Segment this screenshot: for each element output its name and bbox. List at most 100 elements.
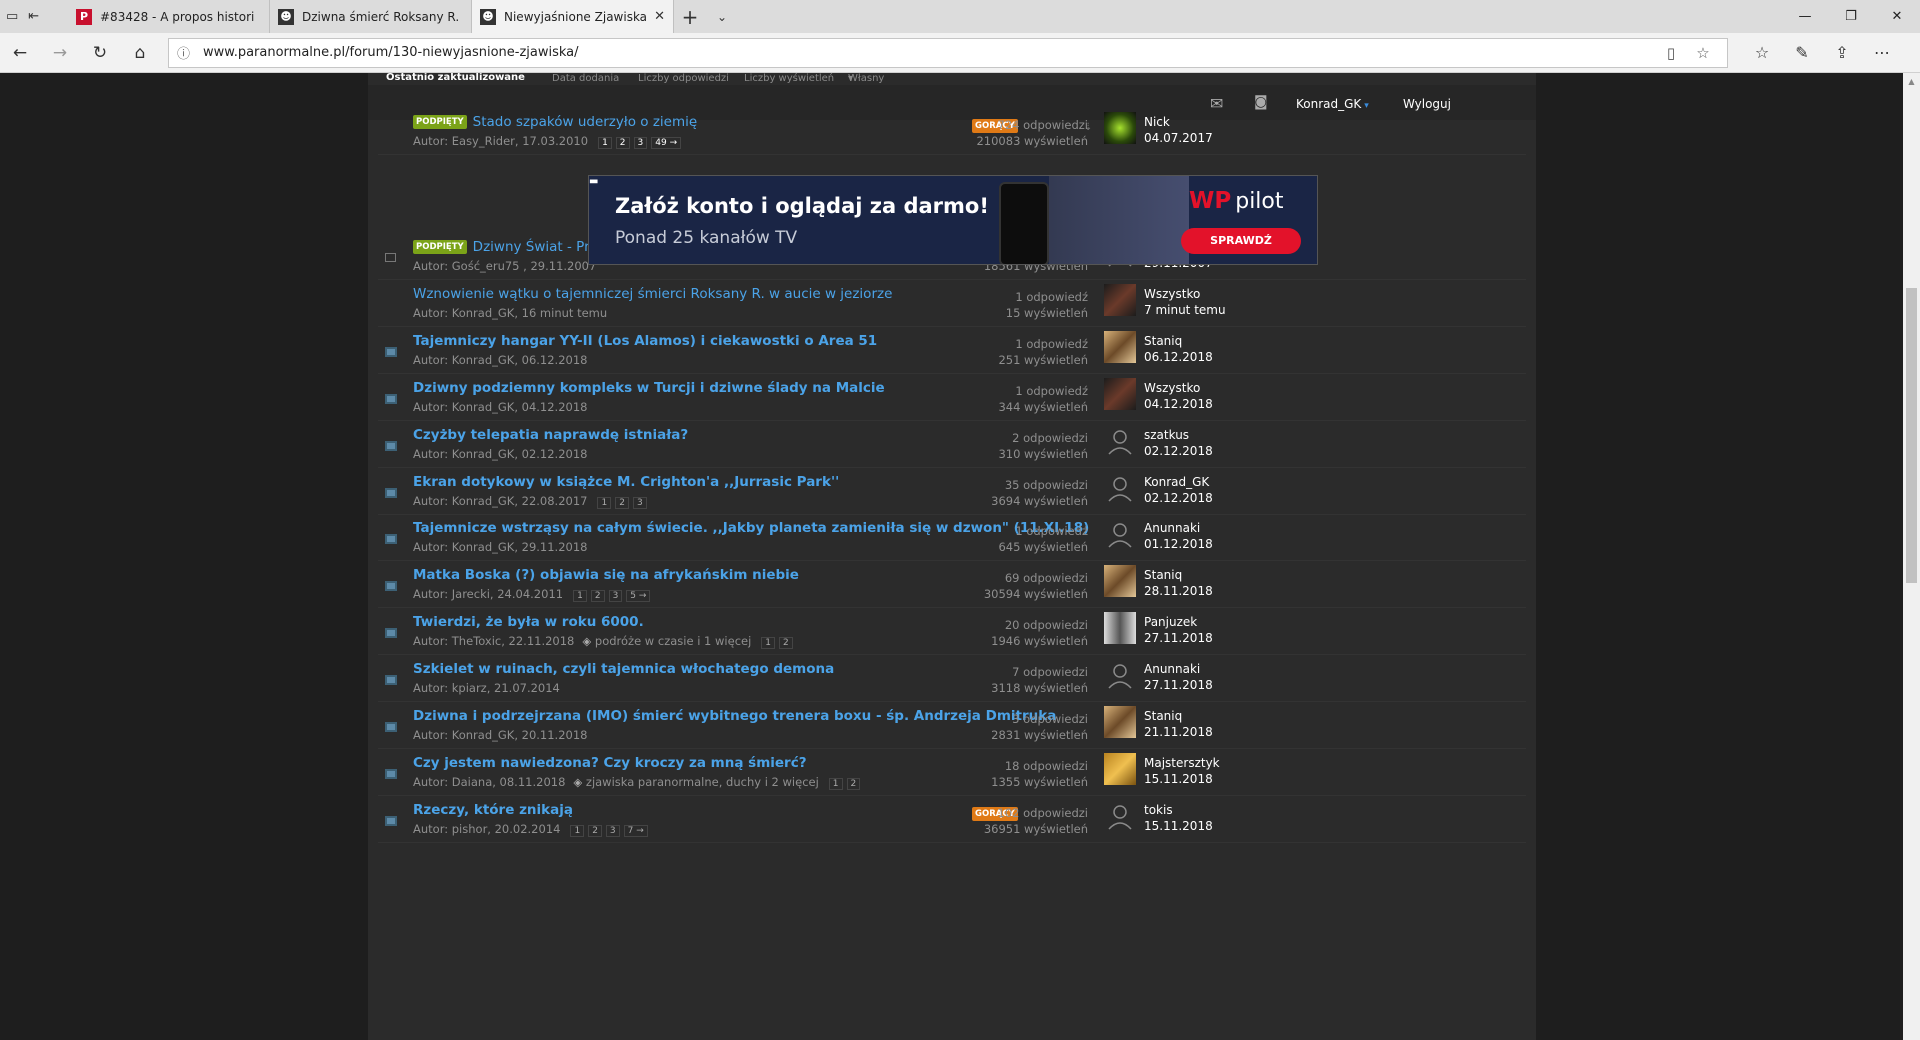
thread-title-link[interactable]: Czy jestem nawiedzona? Czy kroczy za mną… [413, 755, 807, 771]
last-post-date[interactable]: 02.12.2018 [1144, 491, 1213, 505]
page-link[interactable]: 2 [588, 825, 602, 837]
restore-button[interactable]: ❐ [1828, 0, 1874, 33]
address-bar[interactable]: ⓘ www.paranormalne.pl/forum/130-niewyjas… [168, 37, 1728, 68]
pen-icon[interactable]: ✎ [1782, 43, 1822, 62]
thread-author[interactable]: Autor: TheToxic, 22.11.2018 [413, 634, 574, 648]
last-post-date[interactable]: 04.07.2017 [1144, 131, 1213, 145]
favorites-icon[interactable]: ☆ [1742, 43, 1782, 62]
default-avatar-icon[interactable] [1104, 472, 1136, 504]
tab-preview-icon[interactable]: ▭ [6, 9, 18, 24]
thread-author[interactable]: Autor: Gość_eru75 , 29.11.2007 [413, 259, 596, 273]
browser-tab[interactable]: ☻ Dziwna śmierć Roksany R. w [270, 0, 472, 33]
sort-date-added[interactable]: Data dodania [552, 73, 619, 84]
thread-author[interactable]: Autor: Konrad_GK, 20.11.2018 [413, 728, 587, 742]
thread-author[interactable]: Autor: Konrad_GK, 29.11.2018 [413, 540, 587, 554]
browser-tab[interactable]: P #83428 - A propos histori [68, 0, 270, 33]
thread-author[interactable]: Autor: Konrad_GK, 22.08.2017 [413, 494, 587, 508]
thread-title-link[interactable]: Dziwny podziemny kompleks w Turcji i dzi… [413, 380, 885, 396]
info-icon[interactable]: ⓘ [177, 43, 195, 62]
thread-title-link[interactable]: Stado szpaków uderzyło o ziemię [473, 114, 698, 130]
default-avatar-icon[interactable] [1104, 425, 1136, 457]
avatar[interactable] [1104, 612, 1136, 644]
default-avatar-icon[interactable] [1104, 659, 1136, 691]
last-post-date[interactable]: 27.11.2018 [1144, 678, 1213, 692]
last-post-date[interactable]: 04.12.2018 [1144, 397, 1213, 411]
default-avatar-icon[interactable] [1104, 518, 1136, 550]
page-link[interactable]: 1 [597, 497, 612, 509]
last-poster-name[interactable]: tokis [1144, 803, 1173, 817]
sort-replies[interactable]: Liczby odpowiedzi [638, 73, 729, 84]
thread-title-link[interactable]: Szkielet w ruinach, czyli tajemnica włoc… [413, 661, 834, 677]
thread-author[interactable]: Autor: Konrad_GK, 16 minut temu [413, 306, 607, 320]
last-poster-name[interactable]: Staniq [1144, 709, 1182, 723]
thread-title-link[interactable]: Czyżby telepatia naprawdę istniała? [413, 427, 688, 443]
last-poster-name[interactable]: Wszystko [1144, 287, 1200, 301]
last-post-date[interactable]: 27.11.2018 [1144, 631, 1213, 645]
last-poster-name[interactable]: Staniq [1144, 334, 1182, 348]
default-avatar-icon[interactable] [1104, 800, 1136, 832]
thread-title-link[interactable]: Tajemniczy hangar YY-II (Los Alamos) i c… [413, 333, 877, 349]
thread-title-link[interactable]: Twierdzi, że była w roku 6000. [413, 614, 644, 630]
last-poster-name[interactable]: szatkus [1144, 428, 1189, 442]
scroll-up-icon[interactable]: ▲ [1903, 73, 1920, 90]
tab-list-button[interactable]: ⌄ [706, 0, 738, 33]
back-button[interactable]: ← [0, 33, 40, 73]
avatar[interactable] [1104, 331, 1136, 363]
sort-custom[interactable]: Własny ▾ [848, 73, 884, 84]
browser-tab[interactable]: ☻ Niewyjaśnione Zjawiska ✕ [472, 0, 674, 33]
page-link[interactable]: 5 → [626, 590, 651, 602]
page-link[interactable]: 7 → [623, 825, 648, 837]
thread-tags[interactable]: podróże w czasie i 1 więcej [595, 634, 751, 648]
avatar[interactable] [1104, 378, 1136, 410]
last-poster-name[interactable]: Panjuzek [1144, 615, 1197, 629]
page-link[interactable]: 1 [573, 590, 587, 602]
page-link[interactable]: 3 [632, 497, 647, 509]
last-post-date[interactable]: 15.11.2018 [1144, 772, 1213, 786]
thread-author[interactable]: Autor: Konrad_GK, 04.12.2018 [413, 400, 587, 414]
page-link[interactable]: 2 [615, 137, 630, 149]
page-link[interactable]: 1 [598, 137, 612, 149]
thread-title-link[interactable]: Rzeczy, które znikają [413, 802, 573, 818]
avatar[interactable] [1104, 753, 1136, 785]
last-post-date[interactable]: 15.11.2018 [1144, 819, 1213, 833]
avatar[interactable] [1104, 112, 1136, 144]
thread-author[interactable]: Autor: Konrad_GK, 02.12.2018 [413, 447, 587, 461]
favorite-star-icon[interactable]: ☆ [1687, 44, 1719, 62]
thread-author[interactable]: Autor: kpiarz, 21.07.2014 [413, 681, 560, 695]
thread-author[interactable]: Autor: pishor, 20.02.2014 [413, 822, 560, 836]
sort-updated[interactable]: Ostatnio zaktualizowane [386, 73, 525, 83]
last-poster-name[interactable]: Staniq [1144, 568, 1182, 582]
avatar[interactable] [1104, 706, 1136, 738]
last-poster-name[interactable]: Majstersztyk [1144, 756, 1220, 770]
last-poster-name[interactable]: Nick [1144, 115, 1170, 129]
thread-author[interactable]: Autor: Konrad_GK, 06.12.2018 [413, 353, 587, 367]
last-poster-name[interactable]: Wszystko [1144, 381, 1200, 395]
thread-title-link[interactable]: Matka Boska (?) objawia się na afrykańsk… [413, 567, 799, 583]
thread-tags[interactable]: zjawiska paranormalne, duchy i 2 więcej [586, 775, 819, 789]
page-link[interactable]: 49 → [651, 137, 682, 149]
page-link[interactable]: 1 [570, 825, 585, 837]
last-post-date[interactable]: 28.11.2018 [1144, 584, 1213, 598]
page-link[interactable]: 1 [761, 637, 776, 649]
set-aside-tabs-icon[interactable]: ⇤ [28, 9, 39, 24]
page-link[interactable]: 2 [779, 637, 793, 649]
reading-view-icon[interactable]: ▯ [1655, 44, 1687, 62]
page-link[interactable]: 2 [590, 590, 605, 602]
scroll-thumb[interactable] [1906, 288, 1917, 583]
last-post-date[interactable]: 21.11.2018 [1144, 725, 1213, 739]
last-poster-name[interactable]: Anunnaki [1144, 521, 1200, 535]
home-button[interactable]: ⌂ [120, 33, 160, 73]
page-link[interactable]: 3 [608, 590, 623, 602]
thread-title-link[interactable]: Wznowienie wątku o tajemniczej śmierci R… [413, 286, 892, 302]
thread-author[interactable]: Autor: Jarecki, 24.04.2011 [413, 587, 563, 601]
thread-title-link[interactable]: Ekran dotykowy w książce M. Crighton'a ,… [413, 474, 839, 490]
last-post-date[interactable]: 02.12.2018 [1144, 444, 1213, 458]
last-post-date[interactable]: 7 minut temu [1144, 303, 1226, 317]
refresh-button[interactable]: ↻ [80, 33, 120, 73]
close-tab-icon[interactable]: ✕ [654, 9, 665, 24]
ad-cta-button[interactable]: SPRAWDŹ [1181, 228, 1301, 254]
last-poster-name[interactable]: Anunnaki [1144, 662, 1200, 676]
thread-author[interactable]: Autor: Daiana, 08.11.2018 [413, 775, 565, 789]
last-poster-name[interactable]: Konrad_GK [1144, 475, 1209, 489]
sort-views[interactable]: Liczby wyświetleń [744, 73, 834, 84]
